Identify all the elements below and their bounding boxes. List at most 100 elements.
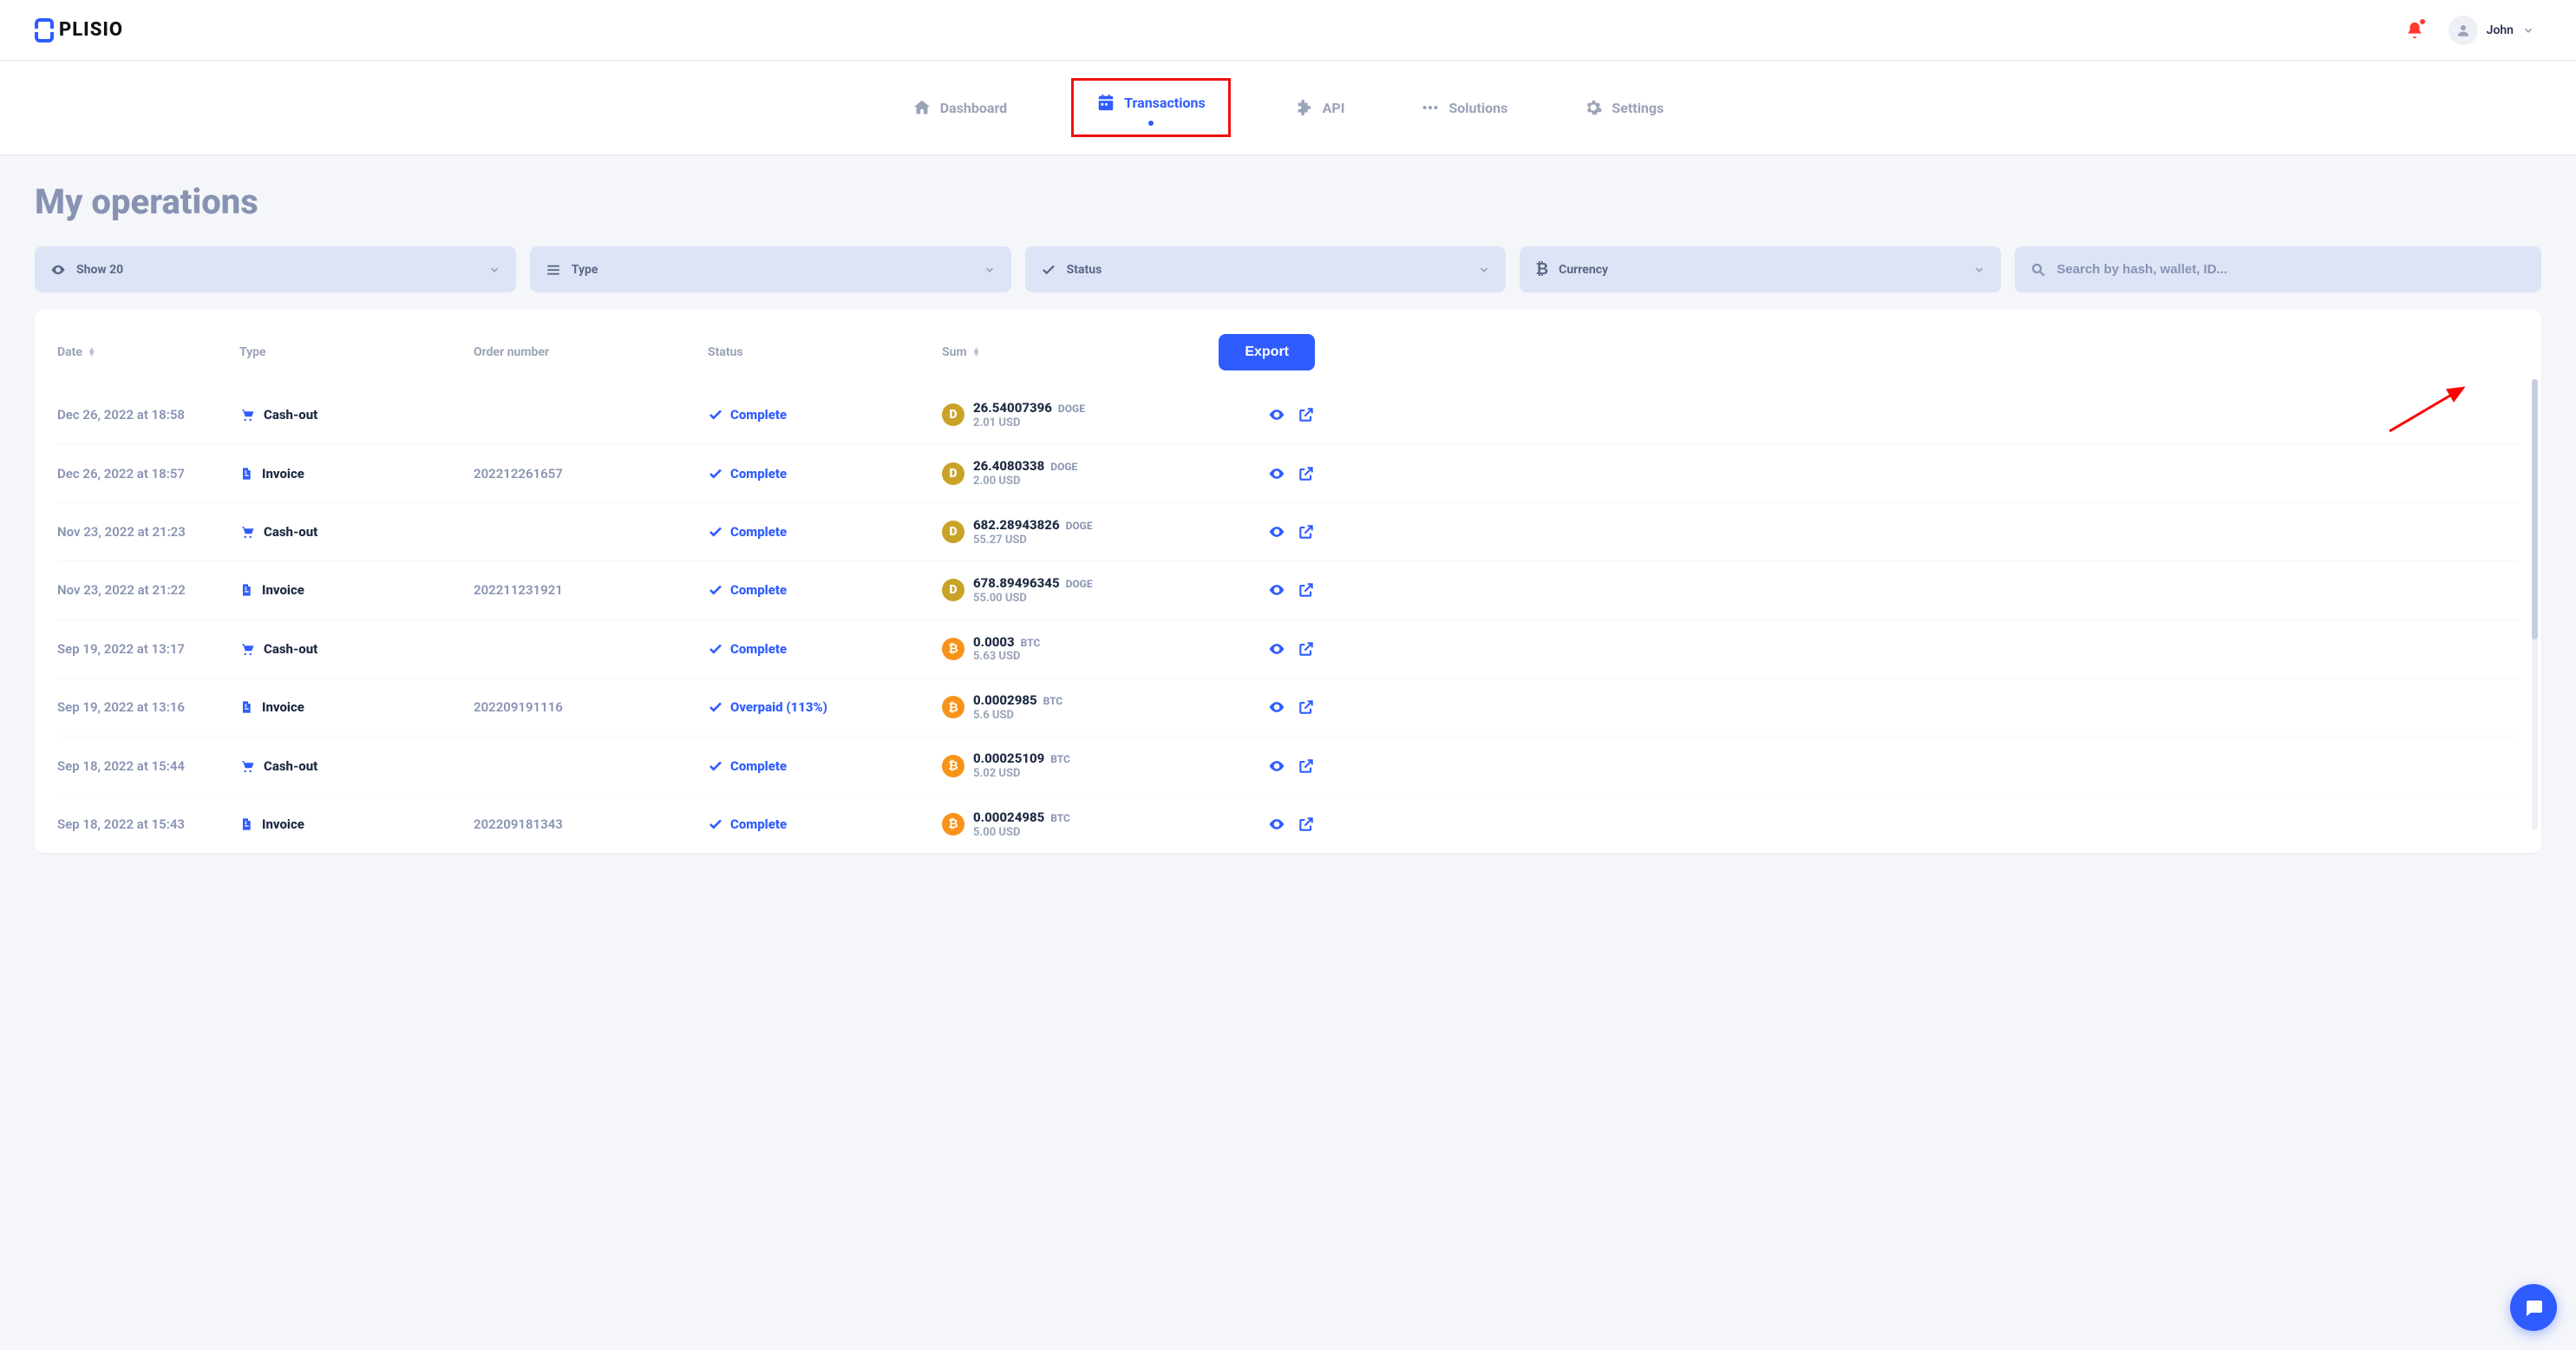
sort-icon: ▲▼ [88,348,96,357]
external-link-icon[interactable] [1298,523,1315,541]
coin-icon: D [942,462,964,485]
list-icon [546,262,561,278]
chat-fab[interactable] [2510,1284,2557,1331]
gear-icon [1584,98,1603,117]
logo-mark-icon [35,18,54,43]
view-icon[interactable] [1268,757,1285,775]
cell-actions [1211,640,1315,658]
coin-icon: ₿ [942,696,964,718]
avatar-icon [2449,16,2478,45]
brand-logo[interactable]: PLISIO [35,18,123,43]
cell-date: Nov 23, 2022 at 21:23 [57,524,231,540]
chevron-down-icon [984,264,996,276]
cell-actions [1211,698,1315,716]
cell-status: Complete [708,816,933,832]
cell-date: Sep 19, 2022 at 13:17 [57,641,231,657]
chevron-down-icon [488,264,500,276]
external-link-icon[interactable] [1298,581,1315,599]
nav-dashboard[interactable]: Dashboard [900,78,1019,137]
scrollbar-thumb[interactable] [2532,379,2538,639]
search-box[interactable] [2015,246,2541,292]
external-link-icon[interactable] [1298,465,1315,482]
check-icon [708,816,723,832]
page-content: My operations Show 20 Type Status [0,155,2576,879]
filter-currency-label: Currency [1559,263,1608,277]
coin-icon: ₿ [942,813,964,836]
filters-row: Show 20 Type Status ₿ Currency [35,246,2541,292]
nav-dashboard-label: Dashboard [940,100,1007,116]
table-row: Nov 23, 2022 at 21:23 Cash-out Complete … [57,502,2519,560]
cell-sum: ₿ 0.00025109 BTC 5.02 USD [942,750,1202,780]
col-type: Type [239,345,465,359]
search-input[interactable] [2056,262,2526,277]
table-row: Sep 19, 2022 at 13:17 Cash-out Complete … [57,619,2519,678]
view-icon[interactable] [1268,523,1285,541]
nav-api-label: API [1323,100,1345,116]
cell-type: $ Invoice [239,582,465,598]
filter-show[interactable]: Show 20 [35,246,516,292]
cell-sum: D 678.89496345 DOGE 55.00 USD [942,575,1202,605]
notifications-bell-icon[interactable] [2405,21,2424,40]
chat-icon [2523,1297,2544,1318]
col-date[interactable]: Date ▲▼ [57,345,231,359]
cell-status: Complete [708,582,933,598]
cell-type: Cash-out [239,758,465,774]
view-icon[interactable] [1268,640,1285,658]
col-sum[interactable]: Sum ▲▼ [942,345,1202,359]
type-icon: $ [239,466,253,482]
cell-date: Sep 18, 2022 at 15:44 [57,758,231,774]
filter-type-label: Type [572,263,598,277]
coin-icon: ₿ [942,638,964,660]
cell-sum: ₿ 0.0002985 BTC 5.6 USD [942,692,1202,722]
coin-icon: D [942,521,964,543]
view-icon[interactable] [1268,698,1285,716]
view-icon[interactable] [1268,816,1285,833]
export-button[interactable]: Export [1219,334,1315,370]
view-icon[interactable] [1268,581,1285,599]
filter-status[interactable]: Status [1025,246,1507,292]
nav-settings-label: Settings [1612,100,1664,116]
cell-type: Cash-out [239,407,465,423]
user-menu[interactable]: John [2442,12,2541,49]
table-row: Nov 23, 2022 at 21:22 $ Invoice 20221123… [57,560,2519,619]
nav-transactions[interactable]: Transactions [1071,78,1231,137]
calendar-icon [1096,93,1115,112]
table-row: Sep 19, 2022 at 13:16 $ Invoice 20220919… [57,678,2519,736]
cell-actions [1211,757,1315,775]
cell-order: 202209191116 [474,699,699,715]
check-icon [708,641,723,657]
chevron-down-icon [1478,264,1490,276]
table-row: Sep 18, 2022 at 15:43 $ Invoice 20220918… [57,795,2519,853]
search-icon [2030,262,2046,278]
filter-type[interactable]: Type [530,246,1011,292]
cell-sum: D 26.54007396 DOGE 2.01 USD [942,400,1202,429]
cell-sum: D 26.4080338 DOGE 2.00 USD [942,458,1202,488]
external-link-icon[interactable] [1298,640,1315,658]
col-status: Status [708,345,933,359]
nav-settings[interactable]: Settings [1572,78,1676,137]
type-icon [239,641,255,657]
external-link-icon[interactable] [1298,698,1315,716]
filter-currency[interactable]: ₿ Currency [1520,246,2001,292]
eye-icon [50,262,66,278]
external-link-icon[interactable] [1298,406,1315,423]
cell-actions [1211,406,1315,423]
nav-solutions[interactable]: Solutions [1409,78,1520,137]
filter-show-label: Show 20 [76,263,123,277]
nav-api[interactable]: API [1283,78,1357,137]
table-header: Date ▲▼ Type Order number Status Sum ▲▼ … [57,325,2519,386]
external-link-icon[interactable] [1298,757,1315,775]
check-icon [708,524,723,540]
topbar: PLISIO John [0,0,2576,61]
table-row: Dec 26, 2022 at 18:57 $ Invoice 20221226… [57,443,2519,501]
main-nav: Dashboard Transactions API Solutions Set… [0,61,2576,155]
view-icon[interactable] [1268,465,1285,482]
coin-icon: D [942,403,964,426]
cell-actions [1211,581,1315,599]
external-link-icon[interactable] [1298,816,1315,833]
cell-date: Dec 26, 2022 at 18:58 [57,407,231,423]
table-row: Dec 26, 2022 at 18:58 Cash-out Complete … [57,386,2519,443]
cell-date: Nov 23, 2022 at 21:22 [57,582,231,598]
dots-icon [1421,98,1440,117]
view-icon[interactable] [1268,406,1285,423]
